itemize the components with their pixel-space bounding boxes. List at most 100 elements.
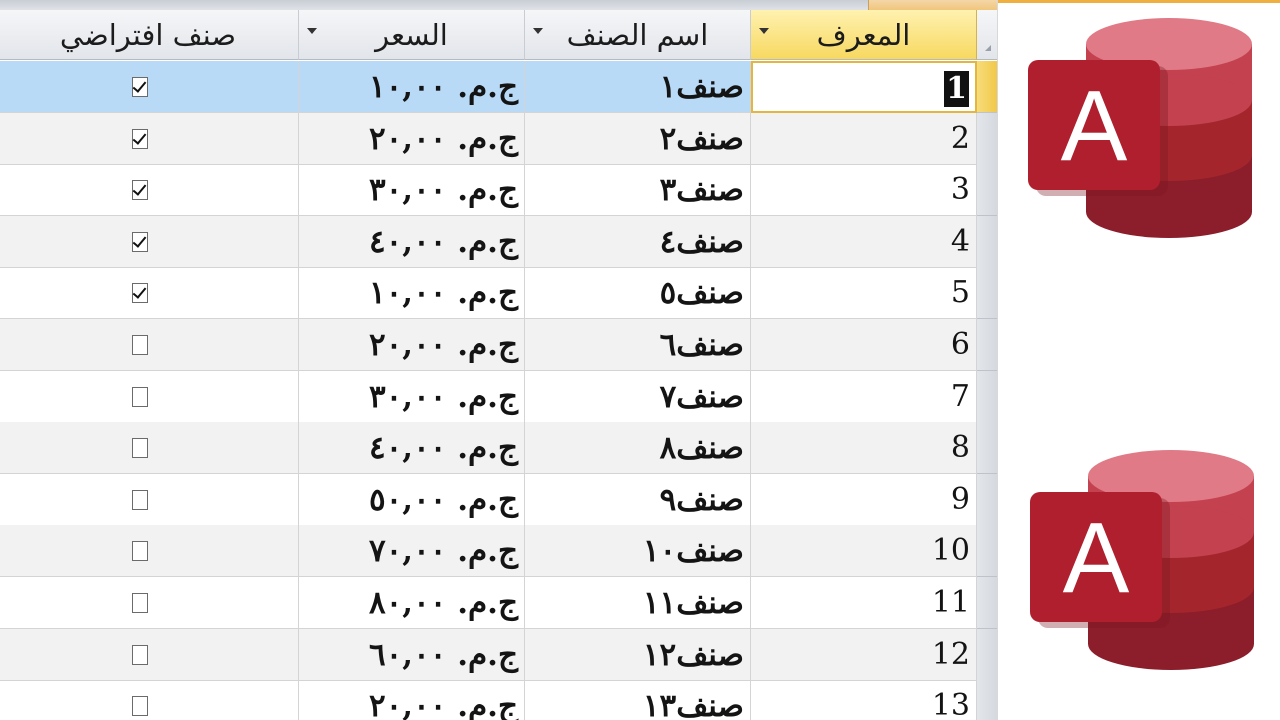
item-name-cell[interactable]: صنف١٠	[525, 525, 751, 578]
table-row[interactable]: ج.م. ٨٠,٠٠ صنف١١ 11	[0, 577, 977, 629]
default-checkbox[interactable]	[132, 541, 148, 562]
default-checkbox-cell[interactable]	[0, 628, 299, 681]
item-name-cell[interactable]: صنف١٢	[525, 628, 751, 681]
default-checkbox-cell[interactable]	[0, 164, 299, 217]
price-cell[interactable]: ج.م. ٢٠,٠٠	[299, 319, 525, 371]
record-selector[interactable]	[977, 525, 997, 578]
id-cell[interactable]: 5	[751, 267, 977, 320]
default-checkbox[interactable]	[132, 644, 148, 665]
record-selector[interactable]	[977, 112, 997, 165]
record-selector[interactable]	[977, 215, 997, 268]
price-cell[interactable]: ج.م. ٣٠,٠٠	[299, 164, 525, 217]
default-checkbox-cell[interactable]	[0, 267, 299, 320]
default-checkbox[interactable]	[132, 593, 148, 613]
id-cell[interactable]: 13	[751, 680, 977, 720]
default-checkbox-cell[interactable]	[0, 680, 299, 720]
record-selector[interactable]	[977, 267, 997, 320]
item-name-cell[interactable]: صنف١١	[525, 577, 751, 629]
id-cell[interactable]: 2	[751, 112, 977, 165]
tab-strip	[0, 0, 997, 10]
price-cell[interactable]: ج.م. ٧٠,٠٠	[299, 525, 525, 578]
item-name-cell[interactable]: صنف٦	[525, 319, 751, 371]
id-cell[interactable]: 7	[751, 370, 977, 423]
default-checkbox[interactable]	[132, 180, 148, 201]
item-name-cell[interactable]: صنف١	[525, 61, 751, 113]
table-row[interactable]: ج.م. ٧٠,٠٠ صنف١٠ 10	[0, 525, 977, 578]
table-row[interactable]: ج.م. ٣٠,٠٠ صنف٣ 3	[0, 164, 977, 217]
item-name-cell[interactable]: صنف١٣	[525, 680, 751, 720]
item-name-cell[interactable]: صنف٩	[525, 473, 751, 526]
default-checkbox[interactable]	[132, 489, 148, 510]
table-row[interactable]: ج.م. ١٠,٠٠ صنف٥ 5	[0, 267, 977, 320]
record-selector[interactable]	[977, 164, 997, 217]
logo-panel: A A	[997, 0, 1280, 720]
cell-value: صنف٨	[659, 430, 744, 467]
price-cell[interactable]: ج.م. ١٠,٠٠	[299, 267, 525, 320]
id-cell[interactable]: 8	[751, 422, 977, 475]
default-checkbox-cell[interactable]	[0, 473, 299, 526]
table-row[interactable]: ج.م. ٦٠,٠٠ صنف١٢ 12	[0, 628, 977, 681]
record-selector[interactable]	[977, 61, 997, 113]
default-checkbox-cell[interactable]	[0, 215, 299, 268]
object-tab[interactable]	[868, 0, 997, 10]
default-checkbox[interactable]	[132, 386, 148, 407]
item-name-cell[interactable]: صنف٢	[525, 112, 751, 165]
price-cell[interactable]: ج.م. ٢٠,٠٠	[299, 112, 525, 165]
table-row[interactable]: ج.م. ١٠,٠٠ صنف١ 1	[0, 61, 977, 113]
record-selector[interactable]	[977, 319, 997, 371]
id-cell[interactable]: 1	[751, 61, 977, 113]
record-selector[interactable]	[977, 628, 997, 681]
item-name-cell[interactable]: صنف٧	[525, 370, 751, 423]
table-row[interactable]: ج.م. ٤٠,٠٠ صنف٤ 4	[0, 215, 977, 268]
price-cell[interactable]: ج.م. ١٠,٠٠	[299, 61, 525, 113]
record-selector[interactable]	[977, 370, 997, 423]
default-checkbox[interactable]	[132, 438, 148, 459]
default-checkbox[interactable]	[132, 283, 148, 304]
column-header-default[interactable]: صنف افتراضي	[0, 10, 299, 60]
default-checkbox-cell[interactable]	[0, 319, 299, 371]
id-cell[interactable]: 10	[751, 525, 977, 578]
table-row[interactable]: ج.م. ٣٠,٠٠ صنف٧ 7	[0, 370, 977, 423]
default-checkbox-cell[interactable]	[0, 112, 299, 165]
id-cell[interactable]: 4	[751, 215, 977, 268]
item-name-cell[interactable]: صنف٥	[525, 267, 751, 320]
default-checkbox[interactable]	[132, 696, 148, 717]
column-header-price[interactable]: السعر	[299, 10, 525, 60]
column-header-name[interactable]: اسم الصنف	[525, 10, 751, 60]
price-cell[interactable]: ج.م. ٤٠,٠٠	[299, 215, 525, 268]
select-all-corner[interactable]	[977, 10, 997, 60]
item-name-cell[interactable]: صنف٨	[525, 422, 751, 475]
id-cell[interactable]: 11	[751, 577, 977, 629]
default-checkbox[interactable]	[132, 128, 148, 149]
default-checkbox-cell[interactable]	[0, 422, 299, 475]
default-checkbox[interactable]	[132, 77, 148, 97]
table-row[interactable]: ج.م. ٢٠,٠٠ صنف٢ 2	[0, 112, 977, 165]
record-selector[interactable]	[977, 680, 997, 720]
item-name-cell[interactable]: صنف٣	[525, 164, 751, 217]
price-cell[interactable]: ج.م. ٣٠,٠٠	[299, 370, 525, 423]
item-name-cell[interactable]: صنف٤	[525, 215, 751, 268]
id-cell[interactable]: 12	[751, 628, 977, 681]
default-checkbox-cell[interactable]	[0, 370, 299, 423]
table-row[interactable]: ج.م. ٤٠,٠٠ صنف٨ 8	[0, 422, 977, 475]
table-row[interactable]: ج.م. ٢٠,٠٠ صنف١٣ 13	[0, 680, 977, 720]
id-cell[interactable]: 3	[751, 164, 977, 217]
price-cell[interactable]: ج.م. ٥٠,٠٠	[299, 473, 525, 526]
table-row[interactable]: ج.م. ٢٠,٠٠ صنف٦ 6	[0, 319, 977, 371]
record-selector[interactable]	[977, 473, 997, 526]
price-cell[interactable]: ج.م. ٨٠,٠٠	[299, 577, 525, 629]
default-checkbox-cell[interactable]	[0, 577, 299, 629]
record-selector[interactable]	[977, 577, 997, 629]
default-checkbox[interactable]	[132, 231, 148, 252]
record-selector[interactable]	[977, 422, 997, 475]
price-cell[interactable]: ج.م. ٢٠,٠٠	[299, 680, 525, 720]
id-cell[interactable]: 9	[751, 473, 977, 526]
price-cell[interactable]: ج.م. ٦٠,٠٠	[299, 628, 525, 681]
price-cell[interactable]: ج.م. ٤٠,٠٠	[299, 422, 525, 475]
default-checkbox-cell[interactable]	[0, 525, 299, 578]
column-header-id[interactable]: المعرف	[751, 10, 977, 60]
id-cell[interactable]: 6	[751, 319, 977, 371]
default-checkbox-cell[interactable]	[0, 61, 299, 113]
default-checkbox[interactable]	[132, 335, 148, 355]
table-row[interactable]: ج.م. ٥٠,٠٠ صنف٩ 9	[0, 473, 977, 526]
